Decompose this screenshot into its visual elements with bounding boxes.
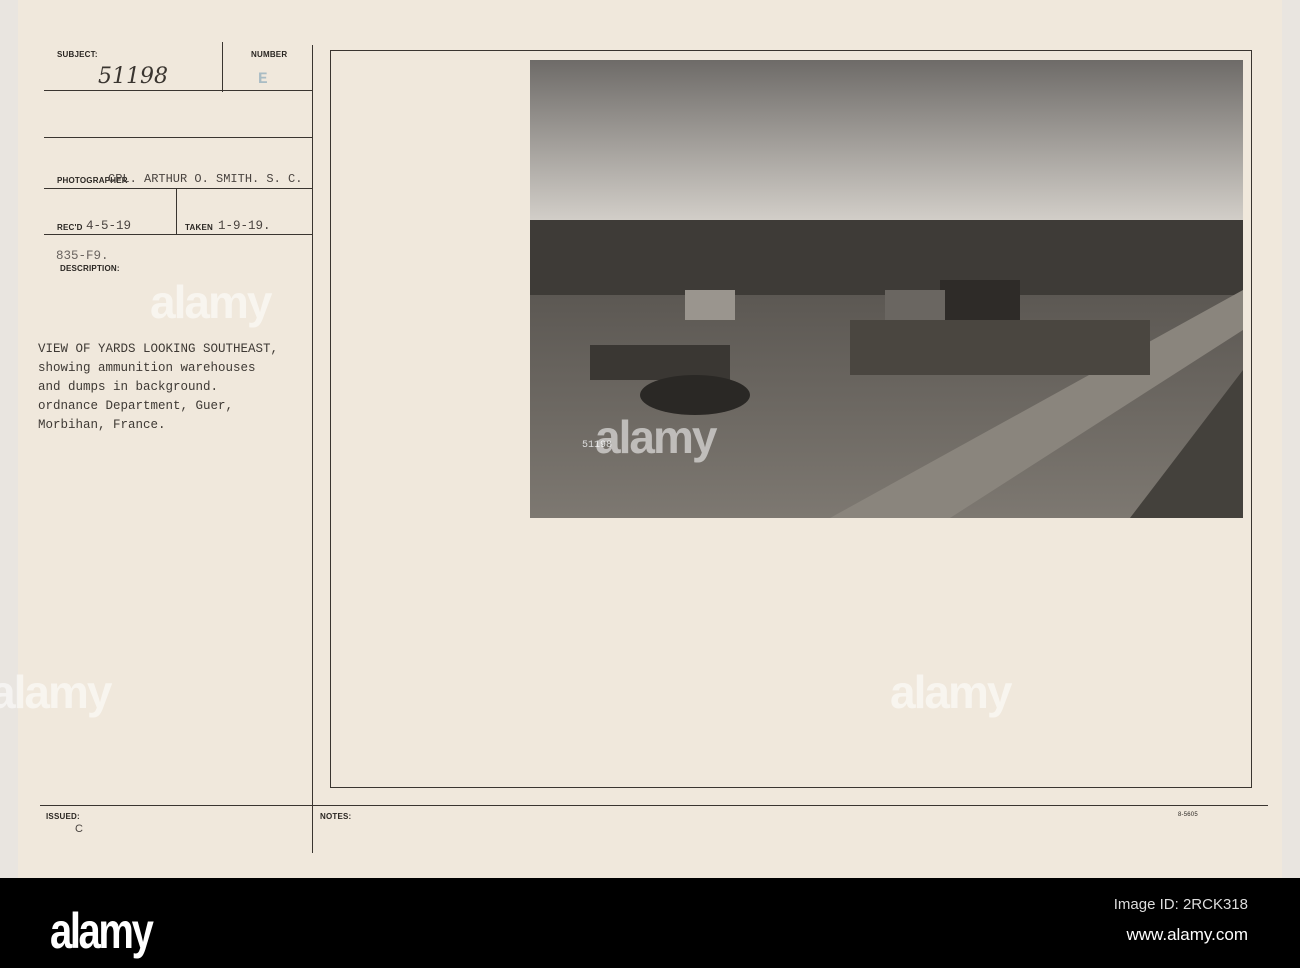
divider <box>40 805 1268 806</box>
description-line: ordnance Department, Guer, <box>38 399 234 413</box>
divider <box>312 45 313 853</box>
alamy-logo: alamy <box>50 903 154 959</box>
taken-value: 1-9-19. <box>218 219 271 233</box>
form-number: 8-5605 <box>1178 812 1198 818</box>
photographer-value: CPL. ARTHUR O. SMITH. S. C. <box>108 172 303 186</box>
divider <box>44 90 312 91</box>
description-line: showing ammunition warehouses <box>38 361 256 375</box>
taken-label: TAKEN <box>185 223 213 232</box>
issued-label: ISSUED: <box>46 812 80 821</box>
description-line: Morbihan, France. <box>38 418 166 432</box>
number-value: E <box>258 70 268 88</box>
watermark: alamy <box>0 666 112 718</box>
description-line: VIEW OF YARDS LOOKING SOUTHEAST, <box>38 342 279 356</box>
description-text: VIEW OF YARDS LOOKING SOUTHEAST, showing… <box>38 340 278 435</box>
recd-value: 4-5-19 <box>86 219 132 233</box>
divider <box>176 188 177 234</box>
subject-value: 51198 <box>98 64 168 89</box>
file-code: 835-F9. <box>56 249 109 263</box>
watermark: alamy <box>150 276 272 328</box>
description-line: and dumps in background. <box>38 380 219 394</box>
subject-label: SUBJECT: <box>57 50 98 59</box>
notes-label: NOTES: <box>320 812 352 821</box>
divider <box>222 42 223 92</box>
site-url[interactable]: www.alamy.com <box>1126 925 1248 945</box>
issued-value: C <box>75 823 83 835</box>
number-label: NUMBER <box>251 50 288 59</box>
divider <box>44 234 312 235</box>
watermark: alamy <box>595 411 717 463</box>
divider <box>44 137 312 138</box>
divider <box>44 188 312 189</box>
image-id: Image ID: 2RCK318 <box>1113 896 1248 913</box>
description-label: DESCRIPTION: <box>60 264 120 273</box>
watermark: alamy <box>890 666 1012 718</box>
footer-bar: alamy Image ID: 2RCK318 www.alamy.com <box>0 878 1300 968</box>
recd-label: REC'D <box>57 223 83 232</box>
